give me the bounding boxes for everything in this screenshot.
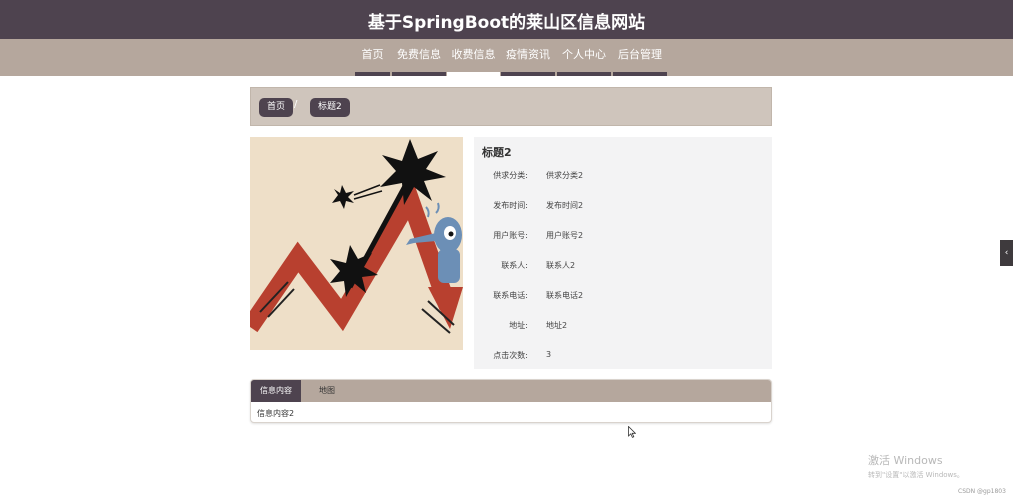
nav-item-underline bbox=[613, 72, 667, 76]
nav-item-paid-info[interactable]: 收费信息 bbox=[447, 39, 500, 76]
watermark-line1: 激活 Windows bbox=[868, 454, 943, 467]
nav-item-personal-center[interactable]: 个人中心 bbox=[557, 39, 611, 76]
detail-label: 点击次数: bbox=[493, 351, 528, 360]
detail-panel: 标题2 供求分类: 供求分类2 发布时间: 发布时间2 用户账号: 用户账号2 … bbox=[474, 137, 772, 369]
item-image bbox=[250, 137, 463, 350]
nav-item-underline bbox=[392, 72, 446, 76]
tab-content-text: 信息内容2 bbox=[257, 409, 295, 418]
detail-value: 用户账号2 bbox=[546, 231, 584, 240]
nav-item-label: 疫情资讯 bbox=[506, 48, 550, 61]
breadcrumb-home-link[interactable]: 首页 bbox=[259, 98, 294, 117]
detail-value: 供求分类2 bbox=[546, 171, 584, 180]
nav-item-admin[interactable]: 后台管理 bbox=[613, 39, 667, 76]
detail-label: 联系人: bbox=[501, 261, 528, 270]
site-title: 基于SpringBoot的莱山区信息网站 bbox=[367, 13, 646, 33]
mouse-cursor-icon bbox=[628, 423, 637, 442]
nav-item-underline bbox=[501, 72, 555, 76]
detail-row-publish-time: 发布时间: 发布时间2 bbox=[474, 200, 772, 212]
detail-value: 联系人2 bbox=[546, 261, 576, 270]
nav-item-free-info[interactable]: 免费信息 bbox=[392, 39, 446, 76]
nav-item-label: 后台管理 bbox=[618, 48, 662, 61]
detail-row-address: 地址: 地址2 bbox=[474, 320, 772, 332]
detail-row-category: 供求分类: 供求分类2 bbox=[474, 170, 772, 182]
watermark-line2: 转到"设置"以激活 Windows。 bbox=[868, 471, 964, 479]
windows-activation-watermark: 激活 Windows 转到"设置"以激活 Windows。 bbox=[868, 452, 964, 480]
detail-label: 地址: bbox=[509, 321, 528, 330]
detail-label: 联系电话: bbox=[493, 291, 528, 300]
detail-label: 供求分类: bbox=[493, 171, 528, 180]
nav-item-underline bbox=[557, 72, 611, 76]
nav-item-label: 收费信息 bbox=[451, 48, 496, 61]
nav-item-label: 个人中心 bbox=[562, 48, 606, 61]
site-header: 基于SpringBoot的莱山区信息网站 bbox=[0, 0, 1013, 39]
tab-info-content[interactable]: 信息内容 bbox=[251, 380, 301, 402]
detail-value: 联系电话2 bbox=[546, 291, 584, 300]
detail-label: 用户账号: bbox=[493, 231, 528, 240]
detail-value: 3 bbox=[546, 350, 552, 359]
nav-item-label: 首页 bbox=[361, 48, 384, 61]
breadcrumb-separator: / bbox=[294, 99, 298, 110]
detail-row-user-account: 用户账号: 用户账号2 bbox=[474, 230, 772, 242]
credit-text: CSDN @gp1803 bbox=[958, 488, 1006, 495]
detail-label: 发布时间: bbox=[493, 201, 528, 210]
nav-item-home[interactable]: 首页 bbox=[355, 39, 390, 76]
detail-value: 地址2 bbox=[546, 321, 568, 330]
detail-value: 发布时间2 bbox=[546, 201, 584, 210]
detail-row-phone: 联系电话: 联系电话2 bbox=[474, 290, 772, 302]
breadcrumb-current: 标题2 bbox=[310, 98, 350, 117]
chevron-left-icon[interactable]: ‹ bbox=[1000, 240, 1013, 266]
nav-item-label: 免费信息 bbox=[397, 48, 441, 61]
tab-map[interactable]: 地图 bbox=[307, 380, 347, 402]
nav-item-epidemic-news[interactable]: 疫情资讯 bbox=[501, 39, 555, 76]
detail-row-clicks: 点击次数: 3 bbox=[474, 350, 772, 362]
breadcrumb: 首页 / 标题2 bbox=[250, 87, 772, 126]
content-tabs: 信息内容 地图 信息内容2 bbox=[250, 379, 772, 423]
main-nav: 首页 免费信息 收费信息 疫情资讯 个人中心 后台管理 bbox=[0, 39, 1013, 76]
nav-item-underline-active bbox=[447, 72, 500, 76]
detail-row-contact: 联系人: 联系人2 bbox=[474, 260, 772, 272]
nav-item-underline bbox=[355, 72, 390, 76]
detail-title: 标题2 bbox=[482, 146, 512, 159]
